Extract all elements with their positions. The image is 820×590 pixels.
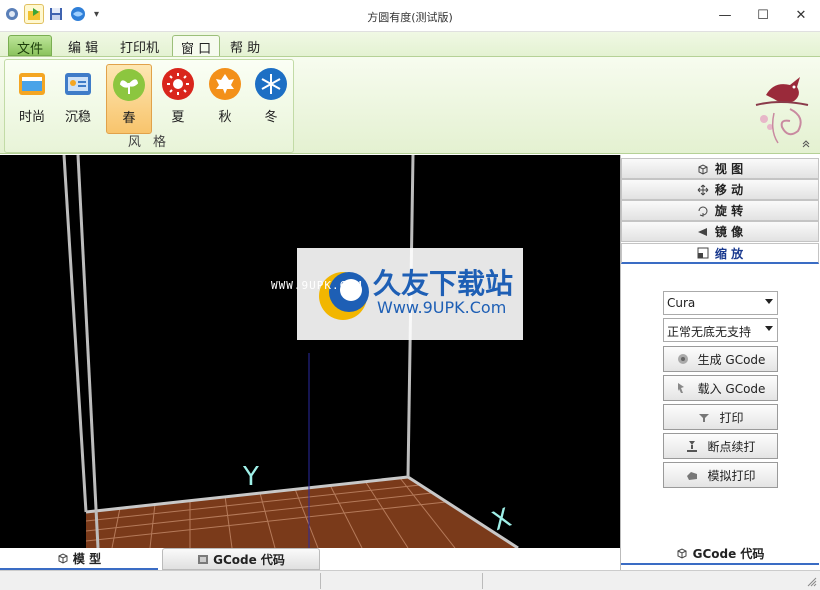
- fashion-style-icon: [15, 67, 49, 101]
- minimize-button[interactable]: —: [706, 0, 744, 30]
- scale-icon: [697, 247, 709, 259]
- watermark: WWW.9UPK.COM 久友下载站 Www.9UPK.Com: [271, 248, 523, 340]
- resume-print-icon: [687, 441, 698, 452]
- axis-y-label: Y: [242, 462, 259, 492]
- print-button[interactable]: 打印: [663, 404, 778, 430]
- tab-window[interactable]: 窗 口: [172, 35, 221, 57]
- generate-gcode-label: 生成 GCode: [697, 352, 766, 367]
- steady-style-icon: [61, 67, 95, 101]
- panel-tab-rotate[interactable]: 旋 转: [621, 200, 819, 221]
- spring-leaf-icon: [112, 68, 146, 102]
- panel-tab-scale[interactable]: 缩 放: [621, 243, 819, 264]
- view-cube-icon: [698, 163, 708, 175]
- print-nozzle-icon: [699, 414, 710, 422]
- close-button[interactable]: ✕: [782, 0, 820, 30]
- style-group: 时尚 沉稳 春 夏 秋 冬 风 格: [4, 59, 294, 153]
- tab-gcode[interactable]: GCode 代码: [162, 548, 320, 570]
- gcode-panel-cube-icon: [677, 548, 687, 559]
- load-gcode-button[interactable]: 载入 GCode: [663, 375, 778, 401]
- load-gcode-icon: [677, 383, 684, 393]
- status-separator: [482, 573, 483, 589]
- tab-edit[interactable]: 编 辑: [60, 35, 106, 56]
- style-spring-button[interactable]: 春: [106, 64, 152, 134]
- watermark-url: WWW.9UPK.COM: [271, 279, 363, 292]
- panel-tab-view[interactable]: 视 图: [621, 158, 819, 179]
- status-bar: [0, 570, 820, 590]
- style-group-label: 风 格: [127, 135, 171, 150]
- panel-tab-move[interactable]: 移 动: [621, 179, 819, 200]
- maximize-button[interactable]: ☐: [744, 0, 782, 30]
- 3d-viewport[interactable]: Y X WWW.9UPK.COM 久友下载站 Www.9UPK.Com: [0, 155, 620, 548]
- watermark-site: Www.9UPK.Com: [377, 298, 507, 317]
- panel-tab-move-label: 移 动: [714, 183, 744, 197]
- gcode-cube-icon: [198, 555, 209, 564]
- style-spring-label: 春: [122, 111, 136, 126]
- window-title: 方圆有度(测试版): [367, 11, 453, 24]
- title-bar: ▾ 方圆有度(测试版) — ☐ ✕: [0, 0, 820, 32]
- support-dropdown-arrow-icon: [765, 326, 773, 331]
- style-summer-label: 夏: [171, 110, 185, 125]
- generate-gcode-button[interactable]: 生成 GCode: [663, 346, 778, 372]
- panel-tab-scale-label: 缩 放: [714, 246, 744, 261]
- style-steady-label: 沉稳: [64, 110, 91, 125]
- support-select[interactable]: 正常无底无支持: [663, 318, 778, 342]
- panel-tab-gcode[interactable]: GCode 代码: [621, 543, 819, 565]
- winter-snowflake-icon: [254, 67, 288, 101]
- right-panel: 视 图 移 动 旋 转 镜 像 缩 放 Cura 正常无底无支持 生成 GCod…: [620, 155, 820, 570]
- tab-help[interactable]: 帮 助: [222, 35, 268, 56]
- autumn-leaf-icon: [208, 67, 242, 101]
- resume-print-label: 断点续打: [707, 439, 756, 454]
- resume-print-button[interactable]: 断点续打: [663, 433, 778, 459]
- resize-grip-icon[interactable]: [807, 577, 817, 587]
- slicer-select-value: Cura: [667, 296, 696, 310]
- watermark-logo-icon: [319, 272, 369, 320]
- style-autumn-button[interactable]: 秋: [202, 64, 248, 134]
- rotate-icon: [698, 206, 708, 217]
- print-label: 打印: [719, 410, 744, 425]
- simulate-print-icon: [687, 472, 698, 480]
- ribbon: 时尚 沉稳 春 夏 秋 冬 风 格: [0, 56, 820, 154]
- slicer-select[interactable]: Cura: [663, 291, 778, 315]
- panel-tab-mirror-label: 镜 像: [714, 225, 744, 239]
- style-summer-button[interactable]: 夏: [155, 64, 201, 134]
- simulate-print-button[interactable]: 模拟打印: [663, 462, 778, 488]
- generate-gcode-icon: [677, 354, 688, 364]
- bottom-tab-bar: 模 型 GCode 代码: [0, 548, 620, 570]
- ribbon-tab-row: 文件 编 辑 打印机 窗 口 帮 助: [0, 32, 820, 57]
- simulate-print-label: 模拟打印: [707, 468, 756, 483]
- collapse-ribbon-icon[interactable]: [802, 140, 810, 151]
- cube-icon: [58, 553, 68, 564]
- panel-tab-rotate-label: 旋 转: [714, 204, 744, 218]
- slicer-dropdown-arrow-icon: [765, 299, 773, 304]
- support-select-value: 正常无底无支持: [667, 325, 752, 339]
- panel-tab-view-label: 视 图: [714, 162, 744, 176]
- summer-sun-icon: [161, 67, 195, 101]
- style-autumn-label: 秋: [218, 110, 232, 125]
- watermark-brand: 久友下载站: [373, 267, 514, 300]
- style-winter-button[interactable]: 冬: [248, 64, 294, 134]
- style-winter-label: 冬: [264, 110, 278, 125]
- bird-logo-icon: [750, 65, 814, 150]
- move-arrows-icon: [697, 184, 709, 195]
- status-separator: [320, 573, 321, 589]
- panel-tab-mirror[interactable]: 镜 像: [621, 221, 819, 242]
- style-fashion-button[interactable]: 时尚: [9, 64, 55, 134]
- style-fashion-label: 时尚: [18, 110, 45, 125]
- tab-file[interactable]: 文件: [8, 35, 53, 57]
- tab-model-label: 模 型: [72, 551, 102, 566]
- tab-gcode-label: GCode 代码: [213, 552, 285, 567]
- tab-model[interactable]: 模 型: [0, 548, 158, 570]
- style-steady-button[interactable]: 沉稳: [55, 64, 101, 134]
- print-volume-scene: Y X: [62, 155, 519, 548]
- load-gcode-label: 载入 GCode: [697, 381, 766, 396]
- panel-tab-gcode-label: GCode 代码: [692, 546, 765, 561]
- tab-printer[interactable]: 打印机: [112, 35, 167, 56]
- mirror-icon: [697, 227, 707, 236]
